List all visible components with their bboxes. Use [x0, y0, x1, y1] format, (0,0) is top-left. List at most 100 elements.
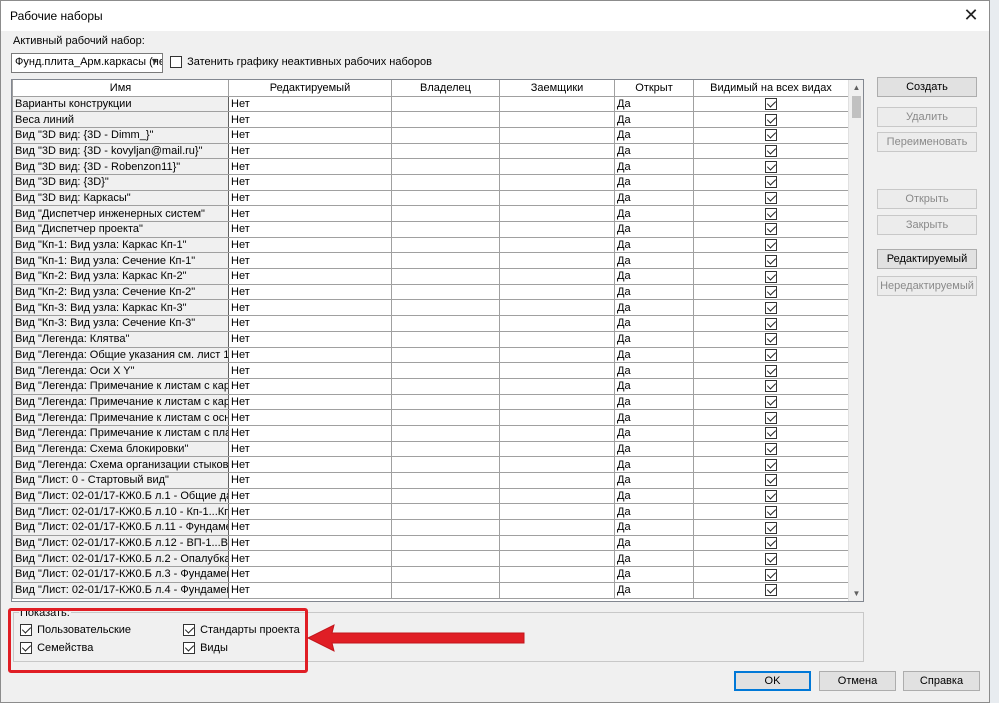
cell-open[interactable]: Да — [614, 534, 694, 552]
column-header-editable[interactable]: Редактируемый — [228, 80, 392, 97]
table-row[interactable]: Вид "Легенда: Клятва" Нет Да — [12, 330, 849, 348]
visible-checkbox[interactable] — [765, 129, 777, 142]
cell-editable[interactable]: Нет — [228, 440, 392, 458]
cell-borrowers[interactable] — [499, 362, 615, 379]
visible-checkbox[interactable] — [765, 160, 777, 173]
cell-owner[interactable] — [391, 519, 500, 536]
cell-borrowers[interactable] — [499, 330, 615, 348]
cell-open[interactable]: Да — [614, 472, 694, 489]
cell-name[interactable]: Вид "3D вид: Каркасы" — [12, 189, 229, 207]
table-row[interactable]: Вид "Кп-2: Вид узла: Сечение Кп-2" Нет Да — [12, 283, 849, 301]
scroll-down-icon[interactable]: ▼ — [849, 586, 863, 601]
cell-visible[interactable] — [693, 95, 849, 113]
cell-owner[interactable] — [391, 377, 500, 395]
visible-checkbox[interactable] — [765, 364, 777, 377]
cell-open[interactable]: Да — [614, 519, 694, 536]
cell-visible[interactable] — [693, 142, 849, 160]
worksets-table[interactable]: Имя Редактируемый Владелец Заемщики Откр… — [11, 79, 864, 602]
cell-owner[interactable] — [391, 95, 500, 113]
cell-visible[interactable] — [693, 487, 849, 505]
dim-inactive-checkbox[interactable] — [170, 56, 182, 69]
open-button[interactable]: Открыть — [877, 189, 977, 209]
cell-editable[interactable]: Нет — [228, 126, 392, 144]
cell-borrowers[interactable] — [499, 173, 615, 191]
cell-name[interactable]: Вид "Лист: 0 - Стартовый вид" — [12, 472, 229, 489]
cell-open[interactable]: Да — [614, 566, 694, 583]
visible-checkbox[interactable] — [765, 254, 777, 267]
cell-visible[interactable] — [693, 189, 849, 207]
table-row[interactable]: Вид "Легенда: Схема организации стыков о… — [12, 456, 849, 473]
table-row[interactable]: Вид "3D вид: Каркасы" Нет Да — [12, 189, 849, 207]
cell-visible[interactable] — [693, 456, 849, 473]
cell-editable[interactable]: Нет — [228, 315, 392, 332]
cell-visible[interactable] — [693, 550, 849, 568]
cell-borrowers[interactable] — [499, 393, 615, 411]
make-editable-button[interactable]: Редактируемый — [877, 249, 977, 269]
cell-borrowers[interactable] — [499, 158, 615, 175]
cell-name[interactable]: Вид "Легенда: Схема блокировки" — [12, 440, 229, 458]
cell-owner[interactable] — [391, 142, 500, 160]
table-row[interactable]: Вид "Легенда: Оси X Y" Нет Да — [12, 362, 849, 379]
cell-name[interactable]: Вид "3D вид: {3D - kovyljan@mail.ru}" — [12, 142, 229, 160]
cell-visible[interactable] — [693, 424, 849, 442]
table-row[interactable]: Вид "Лист: 02-01/17-КЖ0.Б л.10 - Кп-1...… — [12, 503, 849, 521]
cell-visible[interactable] — [693, 252, 849, 270]
cell-name[interactable]: Вид "Кп-2: Вид узла: Сечение Кп-2" — [12, 283, 229, 301]
cell-editable[interactable]: Нет — [228, 346, 392, 364]
column-header-borrowers[interactable]: Заемщики — [499, 80, 615, 97]
cell-visible[interactable] — [693, 205, 849, 222]
visible-checkbox[interactable] — [765, 333, 777, 346]
table-row[interactable]: Вид "Лист: 02-01/17-КЖ0.Б л.1 - Общие да… — [12, 487, 849, 505]
cell-owner[interactable] — [391, 393, 500, 411]
cell-editable[interactable]: Нет — [228, 409, 392, 426]
cell-owner[interactable] — [391, 487, 500, 505]
visible-checkbox[interactable] — [765, 239, 777, 252]
table-row[interactable]: Вид "Легенда: Общие указания см. лист 1"… — [12, 346, 849, 364]
cell-editable[interactable]: Нет — [228, 550, 392, 568]
cell-visible[interactable] — [693, 566, 849, 583]
visible-checkbox[interactable] — [765, 474, 777, 487]
table-row[interactable]: Вид "Лист: 02-01/17-КЖ0.Б л.4 - Фундамен… — [12, 581, 849, 599]
visible-checkbox[interactable] — [765, 223, 777, 236]
table-row[interactable]: Вид "Лист: 02-01/17-КЖ0.Б л.2 - Опалубка… — [12, 550, 849, 568]
table-row[interactable]: Вид "3D вид: {3D - kovyljan@mail.ru}" Нет… — [12, 142, 849, 160]
cell-name[interactable]: Вид "Легенда: Примечание к листам с осно — [12, 409, 229, 426]
cell-editable[interactable]: Нет — [228, 456, 392, 473]
visible-checkbox[interactable] — [765, 537, 777, 550]
table-row[interactable]: Вид "3D вид: {3D - Dimm_}" Нет Да — [12, 126, 849, 144]
cell-open[interactable]: Да — [614, 346, 694, 364]
cell-visible[interactable] — [693, 393, 849, 411]
cell-open[interactable]: Да — [614, 205, 694, 222]
cell-name[interactable]: Вид "Лист: 02-01/17-КЖ0.Б л.12 - ВП-1...… — [12, 534, 229, 552]
cell-visible[interactable] — [693, 503, 849, 521]
cell-borrowers[interactable] — [499, 566, 615, 583]
cell-open[interactable]: Да — [614, 126, 694, 144]
cell-name[interactable]: Веса линий — [12, 111, 229, 128]
cell-borrowers[interactable] — [499, 534, 615, 552]
cell-owner[interactable] — [391, 268, 500, 285]
cell-owner[interactable] — [391, 221, 500, 238]
cell-editable[interactable]: Нет — [228, 268, 392, 285]
cell-owner[interactable] — [391, 299, 500, 317]
cell-open[interactable]: Да — [614, 283, 694, 301]
cell-name[interactable]: Вид "Диспетчер проекта" — [12, 221, 229, 238]
rename-button[interactable]: Переименовать — [877, 132, 977, 152]
column-header-owner[interactable]: Владелец — [391, 80, 500, 97]
cell-borrowers[interactable] — [499, 377, 615, 395]
visible-checkbox[interactable] — [765, 568, 777, 581]
cell-visible[interactable] — [693, 173, 849, 191]
visible-checkbox[interactable] — [765, 270, 777, 283]
cell-editable[interactable]: Нет — [228, 362, 392, 379]
cell-open[interactable]: Да — [614, 268, 694, 285]
table-row[interactable]: Вид "Диспетчер проекта" Нет Да — [12, 221, 849, 238]
cell-owner[interactable] — [391, 534, 500, 552]
cell-editable[interactable]: Нет — [228, 252, 392, 270]
table-row[interactable]: Веса линий Нет Да — [12, 111, 849, 128]
visible-checkbox[interactable] — [765, 97, 777, 110]
cell-borrowers[interactable] — [499, 142, 615, 160]
cell-owner[interactable] — [391, 252, 500, 270]
cell-name[interactable]: Вид "Кп-3: Вид узла: Каркас Кп-3" — [12, 299, 229, 317]
cell-visible[interactable] — [693, 409, 849, 426]
cell-visible[interactable] — [693, 315, 849, 332]
cell-editable[interactable]: Нет — [228, 534, 392, 552]
